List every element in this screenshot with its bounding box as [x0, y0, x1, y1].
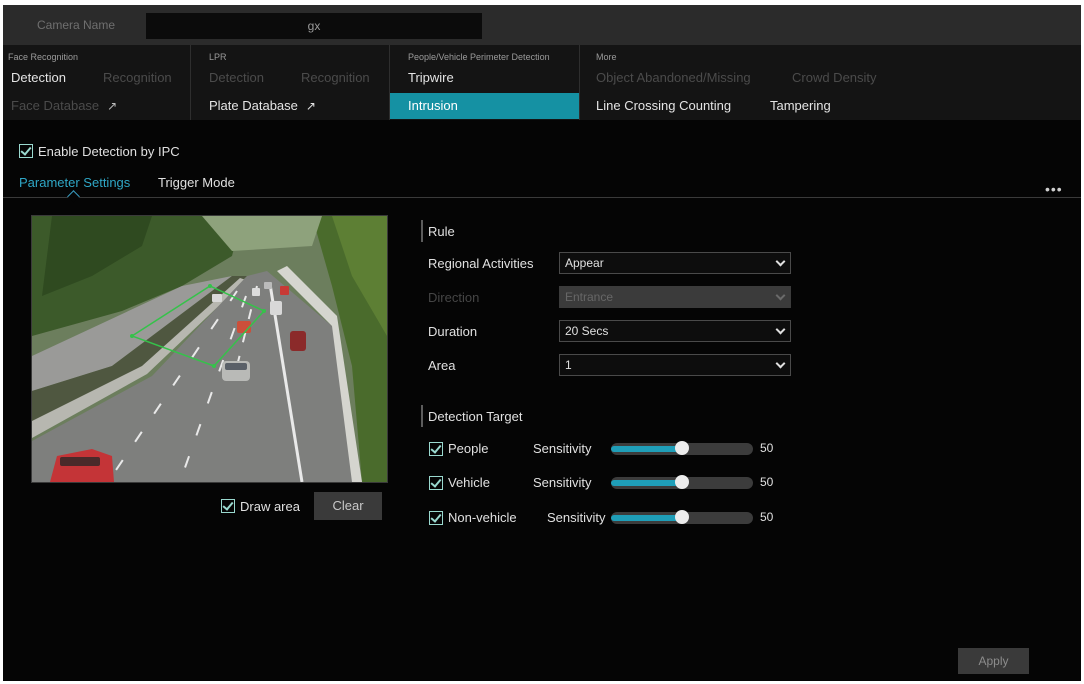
clear-button[interactable]: Clear [314, 492, 382, 520]
slider-handle[interactable] [675, 475, 689, 489]
apply-button[interactable]: Apply [958, 648, 1029, 674]
face-database-label: Face Database [11, 98, 100, 113]
slider-fill [611, 446, 682, 452]
vehicle-label: Vehicle [448, 475, 490, 490]
menu-plate-database[interactable]: Plate Database ↗ [201, 93, 324, 119]
duration-value: 20 Secs [565, 324, 609, 338]
duration-select[interactable]: 20 Secs [559, 320, 791, 342]
non-vehicle-sensitivity-label: Sensitivity [547, 510, 606, 525]
duration-label: Duration [428, 324, 478, 339]
group-more: More Object Abandoned/Missing Crowd Dens… [580, 45, 1081, 120]
menu-face-database[interactable]: Face Database ↗ [3, 93, 125, 119]
tab-trigger-mode[interactable]: Trigger Mode [158, 175, 235, 190]
chevron-down-icon [775, 256, 786, 267]
group-title-perimeter: People/Vehicle Perimeter Detection [408, 52, 550, 62]
active-tab-caret [67, 190, 80, 203]
people-sensitivity-label: Sensitivity [533, 441, 592, 456]
menu-lpr-recognition[interactable]: Recognition [293, 65, 378, 91]
slider-fill [611, 515, 682, 521]
camera-name-select[interactable]: gx [146, 13, 482, 39]
draw-area-label: Draw area [240, 499, 300, 514]
direction-label: Direction [428, 290, 480, 305]
chevron-down-icon [775, 358, 786, 369]
plate-database-label: Plate Database [209, 98, 298, 113]
group-title-face-recognition: Face Recognition [8, 52, 79, 62]
intrusion-settings-window: Camera Name gx Face Recognition Detectio… [3, 5, 1081, 681]
direction-value: Entrance [565, 290, 614, 304]
tab-parameter-settings[interactable]: Parameter Settings [19, 175, 130, 190]
external-link-icon: ↗ [107, 99, 118, 113]
regional-activities-value: Appear [565, 256, 604, 270]
chevron-down-icon [775, 324, 786, 335]
vehicle-checkbox[interactable] [429, 476, 443, 490]
non-vehicle-checkbox[interactable] [429, 511, 443, 525]
menu-crowd-density[interactable]: Crowd Density [784, 65, 885, 91]
rule-section-marker [421, 220, 423, 242]
highway-scene [32, 216, 387, 482]
non-vehicle-sensitivity-slider[interactable] [611, 510, 753, 524]
detection-target-section-marker [421, 405, 423, 427]
camera-name-label: Camera Name [37, 18, 116, 32]
camera-preview[interactable] [31, 215, 388, 483]
menu-lpr-detection[interactable]: Detection [201, 65, 272, 91]
area-label: Area [428, 358, 456, 373]
more-options-icon[interactable]: ••• [1045, 181, 1063, 197]
draw-area-checkbox[interactable] [221, 499, 235, 513]
vehicle-sensitivity-slider[interactable] [611, 475, 753, 489]
people-label: People [448, 441, 489, 456]
group-face-recognition: Face Recognition Detection Recognition F… [3, 45, 191, 120]
menu-line-crossing[interactable]: Line Crossing Counting [588, 93, 739, 119]
vehicle-sensitivity-value: 50 [760, 475, 774, 489]
group-title-lpr: LPR [209, 52, 227, 62]
people-sensitivity-slider[interactable] [611, 441, 753, 455]
menu-face-detection[interactable]: Detection [3, 65, 74, 91]
detection-target-title: Detection Target [428, 409, 523, 424]
menu-intrusion[interactable]: Intrusion [390, 93, 579, 119]
people-sensitivity-value: 50 [760, 441, 774, 455]
non-vehicle-label: Non-vehicle [448, 510, 517, 525]
menu-face-recognition[interactable]: Recognition [95, 65, 180, 91]
regional-activities-select[interactable]: Appear [559, 252, 791, 274]
rule-title: Rule [428, 224, 455, 239]
enable-detection-checkbox[interactable] [19, 144, 33, 158]
vehicle-sensitivity-label: Sensitivity [533, 475, 592, 490]
slider-handle[interactable] [675, 510, 689, 524]
slider-fill [611, 480, 682, 486]
external-link-icon: ↗ [305, 99, 316, 113]
group-title-more: More [596, 52, 617, 62]
slider-handle[interactable] [675, 441, 689, 455]
area-select[interactable]: 1 [559, 354, 791, 376]
function-menu: Face Recognition Detection Recognition F… [3, 45, 1081, 120]
regional-activities-label: Regional Activities [428, 256, 534, 271]
enable-detection-label: Enable Detection by IPC [38, 144, 180, 159]
menu-tampering[interactable]: Tampering [762, 93, 839, 119]
camera-name-bar: Camera Name gx [3, 5, 1081, 45]
group-perimeter-detection: People/Vehicle Perimeter Detection Tripw… [390, 45, 580, 120]
chevron-down-icon [775, 290, 786, 301]
direction-select: Entrance [559, 286, 791, 308]
non-vehicle-sensitivity-value: 50 [760, 510, 774, 524]
people-checkbox[interactable] [429, 442, 443, 456]
group-lpr: LPR Detection Recognition Plate Database… [191, 45, 390, 120]
menu-tripwire[interactable]: Tripwire [400, 65, 462, 91]
tab-divider [3, 197, 1081, 198]
menu-object-abandoned[interactable]: Object Abandoned/Missing [588, 65, 759, 91]
area-value: 1 [565, 358, 572, 372]
